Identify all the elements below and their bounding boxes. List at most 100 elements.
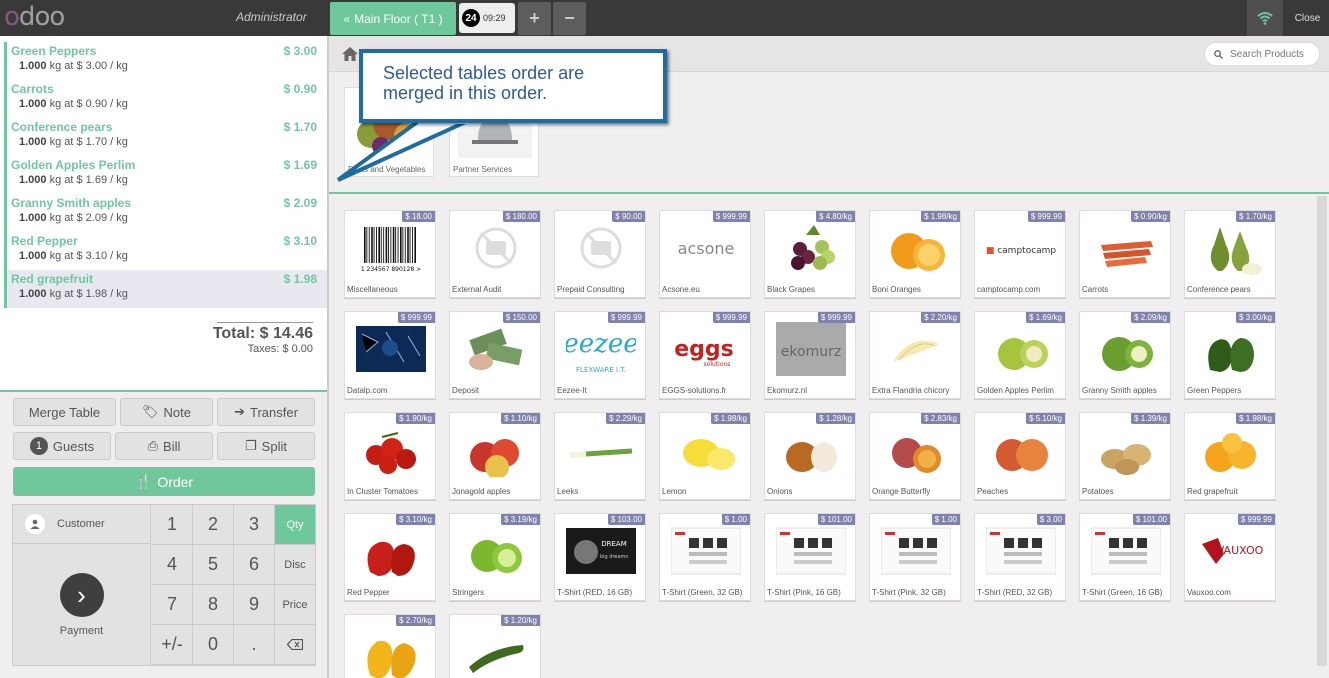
product-card[interactable]: $ 1.10/kg Jonagold apples [449,412,541,500]
order-line[interactable]: Conference pears $ 1.70 1.000 kg at $ 1.… [4,118,327,156]
svg-text:eggs: eggs [674,337,734,362]
split-button[interactable]: ❐ Split [217,432,315,460]
product-name: T-Shirt (RED, 16 GB) [557,588,633,597]
order-line[interactable]: Red Pepper $ 3.10 1.000 kg at $ 3.10 / k… [4,232,327,270]
customer-button[interactable]: Customer [13,505,151,544]
product-card[interactable]: $ 2.29/kg Leeks [554,412,646,500]
note-button[interactable]: 🏷 Note [120,398,213,426]
home-icon[interactable] [341,45,359,63]
product-card[interactable]: $ 1.98/kg Red grapefruit [1184,412,1276,500]
product-card[interactable]: $ 2.09/kg Granny Smith apples [1079,311,1171,399]
print-icon: ⎙ [147,438,159,453]
product-image [881,527,951,575]
product-card[interactable]: eggs solutions $ 999.99 EGGS-solutions.fr [659,311,751,399]
product-name: T-Shirt (RED, 32 GB) [977,588,1053,597]
transfer-button[interactable]: ➔ Transfer [217,398,315,426]
numpad-key-0[interactable]: 0 [193,625,234,665]
product-image [893,340,939,362]
numpad-key-4[interactable]: 4 [152,545,193,585]
product-card[interactable]: $ 3.00/kg Green Peppers [1184,311,1276,399]
add-order-button[interactable]: + [518,2,551,35]
product-image [1208,338,1254,372]
product-card[interactable]: $ 2.70/kg [344,614,436,678]
product-name: Lemon [662,487,687,496]
product-card[interactable]: $ 90.00 Prepaid Consulting [554,210,646,298]
product-card[interactable]: $ 5.10/kg Peaches [974,412,1066,500]
merge-table-button[interactable]: Merge Table [13,398,116,426]
product-image [471,540,522,573]
product-image [367,640,416,678]
product-card[interactable]: $ 1.28/kg Onions [764,412,856,500]
product-name: Green Peppers [1187,386,1242,395]
numpad-qty[interactable]: Qty [275,505,316,545]
product-card[interactable]: ekomurz $ 999.99 Ekomurz.nl [764,311,856,399]
wifi-icon [1257,12,1273,25]
line-price: $ 1.98 [283,272,317,286]
numpad-key-6[interactable]: 6 [234,545,275,585]
product-card[interactable]: 1 234567 890128 > $ 18.00 Miscellaneous [344,210,436,298]
numpad-key-3[interactable]: 3 [234,505,275,545]
product-card[interactable]: $ 1.90/kg In Cluster Tomatoes [344,412,436,500]
search-box[interactable] [1204,42,1320,66]
product-card[interactable]: $ 3.10/kg Red Pepper [344,513,436,601]
product-card[interactable]: $ 101.00 T-Shirt (Pink, 16 GB) [764,513,856,601]
product-name: Acsone.eu [662,285,700,294]
search-input[interactable] [1230,48,1312,60]
product-card[interactable]: $ 4.80/kg Black Grapes [764,210,856,298]
close-button[interactable]: Close [1286,0,1329,36]
order-line[interactable]: Granny Smith apples $ 2.09 1.000 kg at $… [4,194,327,232]
numpad-key-1[interactable]: 1 [152,505,193,545]
order-button[interactable]: 🍴 Order [13,467,315,496]
product-card[interactable]: $ 150.00 Deposit [449,311,541,399]
product-card[interactable]: $ 1.00 T-Shirt (Pink, 32 GB) [869,513,961,601]
order-line[interactable]: Golden Apples Perlim $ 1.69 1.000 kg at … [4,156,327,194]
remove-order-button[interactable]: − [553,2,586,35]
product-card[interactable]: $ 3.00 T-Shirt (RED, 32 GB) [974,513,1066,601]
numpad-plus-minus[interactable]: +/- [152,625,193,665]
product-card[interactable]: $ 1.39/kg Potatoes [1079,412,1171,500]
product-name: Datalp.com [347,386,388,395]
product-card[interactable]: ■ camptocamp $ 999.99 camptocamp.com [974,210,1066,298]
numpad-key-7[interactable]: 7 [152,585,193,625]
floor-button[interactable]: « Main Floor ( T1 ) [330,2,456,35]
product-price: $ 103.00 [607,514,645,525]
product-card[interactable]: $ 0.90/kg Carrots [1079,210,1171,298]
product-card[interactable]: $ 3.19/kg Stringers [449,513,541,601]
order-tab[interactable]: 24 09:29 [459,3,515,33]
numpad-key-2[interactable]: 2 [193,505,234,545]
numpad-decimal[interactable]: . [234,625,275,665]
product-card[interactable]: DREAM big dreams $ 103.00 T-Shirt (RED, 16 … [554,513,646,601]
product-card[interactable]: $ 2.20/kg Extra Flandria chicory [869,311,961,399]
numpad-key-5[interactable]: 5 [193,545,234,585]
numpad-key-9[interactable]: 9 [234,585,275,625]
numpad-price[interactable]: Price [275,585,316,625]
product-card[interactable]: $ 2.83/kg Orange Butterfly [869,412,961,500]
numpad-backspace[interactable] [275,625,316,665]
product-card[interactable]: $ 180.00 External Audit [449,210,541,298]
product-card[interactable]: $ 1.20/kg [449,614,541,678]
payment-button[interactable]: › Payment [13,544,151,666]
numpad-key-8[interactable]: 8 [193,585,234,625]
wifi-status-button[interactable] [1247,0,1283,36]
product-card[interactable]: eezee FLEXWARE I.T. $ 999.99 Eezee-It [554,311,646,399]
bill-button[interactable]: ⎙ Bill [115,432,213,460]
product-name: Eezee-It [557,386,587,395]
product-card[interactable]: $ 1.00 T-Shirt (Green, 32 GB) [659,513,751,601]
order-line[interactable]: Carrots $ 0.90 1.000 kg at $ 0.90 / kg [4,80,327,118]
product-card[interactable]: $ 101.00 T-Shirt (Green, 16 GB) [1079,513,1171,601]
username[interactable]: Administrator [236,10,307,24]
product-card[interactable]: $ 1.98/kg Boni Oranges [869,210,961,298]
product-card[interactable]: VAUXOO $ 999.99 Vauxoo.com [1184,513,1276,601]
scrollbar[interactable] [1317,196,1327,666]
product-card[interactable]: acsone $ 999.99 Acsone.eu [659,210,751,298]
product-card[interactable]: $ 1.98/kg Lemon [659,412,751,500]
order-line-selected[interactable]: Red grapefruit $ 1.98 1.000 kg at $ 1.98… [4,270,327,308]
guests-button[interactable]: 1 Guests [13,432,111,460]
order-line[interactable]: Green Peppers $ 3.00 1.000 kg at $ 3.00 … [4,42,327,80]
product-card[interactable]: $ 1.69/kg Golden Apples Perlim [974,311,1066,399]
product-card[interactable]: $ 999.99 Datalp.com [344,311,436,399]
product-name: Red grapefruit [1187,487,1238,496]
order-total: Total: $ 14.46 [212,325,313,342]
product-card[interactable]: $ 1.70/kg Conference pears [1184,210,1276,298]
numpad-disc[interactable]: Disc [275,545,316,585]
